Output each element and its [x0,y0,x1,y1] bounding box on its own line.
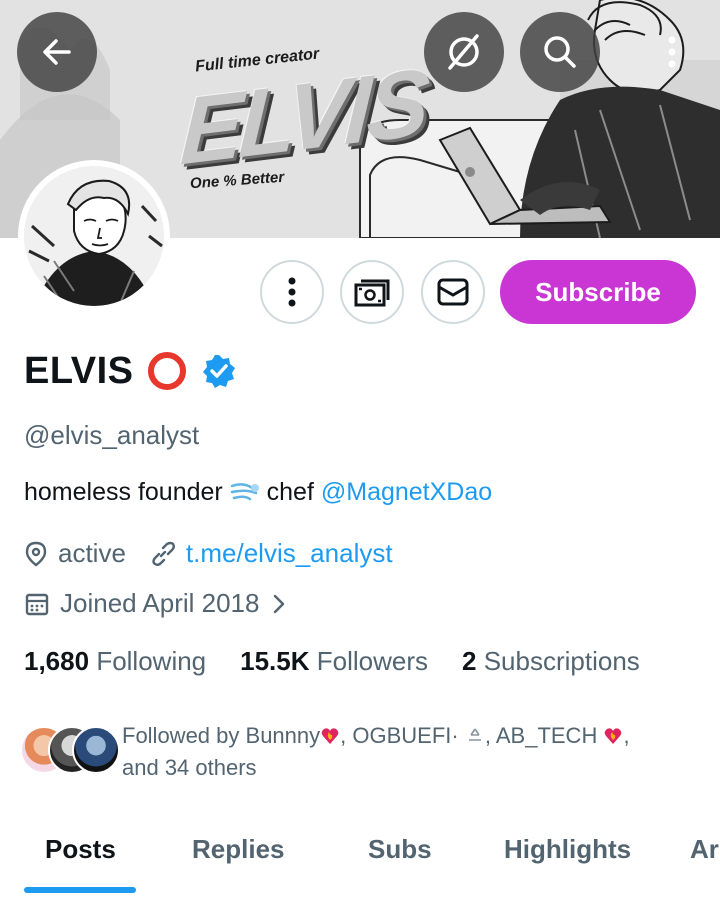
following-label: Following [96,646,207,676]
recycle-icon [468,728,481,741]
subscriptions-label: Subscriptions [483,646,640,676]
subscriptions-stat[interactable]: 2 Subscriptions [462,646,640,677]
tab-articles[interactable]: Ar [690,834,719,865]
tab-posts[interactable]: Posts [45,834,116,865]
tab-subs[interactable]: Subs [368,834,432,865]
tab-replies[interactable]: Replies [192,834,285,865]
subscriptions-count: 2 [462,646,477,676]
search-button[interactable] [520,12,600,92]
profile-location: active [58,538,126,568]
mail-icon [437,278,469,306]
profile-tabs: Posts Replies Subs Highlights Ar [0,820,720,897]
bio-mention-link[interactable]: @MagnetXDao [321,478,492,506]
search-icon [544,36,576,68]
following-count: 1,680 [24,646,90,676]
active-tab-indicator [24,887,136,893]
follower-name-3: AB_TECH [495,723,598,748]
subscribe-button[interactable]: Subscribe [500,260,696,324]
profile-website-link[interactable]: t.me/elvis_analyst [186,538,393,569]
profile-bio: homeless founder chef @MagnetXDao [24,478,492,507]
money-icon [354,279,390,307]
verified-badge-icon[interactable] [202,354,236,388]
profile-avatar[interactable] [18,160,170,312]
grok-button[interactable] [424,12,504,92]
display-name: ELVIS [24,349,134,392]
avatar-image [24,166,164,306]
followers-label: Followers [316,646,429,676]
heart-on-fire-icon [605,728,622,744]
profile-meta-location-website: active t.me/elvis_analyst [24,538,393,569]
avatar-sketch [24,166,164,306]
link-icon [152,541,175,566]
wind-face-icon [230,483,259,501]
calendar-icon [25,593,49,615]
profile-joined-date: Joined April 2018 [60,588,260,618]
followed-by-text: Followed by Bunnny, OGBUEFI· , AB_TECH ,… [122,723,630,780]
avatar [72,726,120,774]
followed-by-avatars [20,720,120,774]
profile-stats: 1,680 Following 15.5K Followers 2 Subscr… [24,646,674,677]
more-options-button[interactable] [640,12,704,92]
bio-text-2: chef [266,478,314,506]
grok-slash-icon [448,34,479,70]
tab-highlights[interactable]: Highlights [504,834,631,865]
arrow-left-icon [43,39,71,65]
bio-text: homeless founder [24,478,223,506]
more-vertical-icon [288,277,296,307]
more-vertical-icon [668,36,676,68]
tip-button[interactable] [340,260,404,324]
followed-by-suffix: and 34 others [122,755,257,780]
profile-handle: @elvis_analyst [24,420,200,450]
followed-by-prefix: Followed by [122,723,246,748]
back-button[interactable] [17,12,97,92]
message-button[interactable] [421,260,485,324]
heart-on-fire-icon [321,728,339,744]
profile-meta-joined[interactable]: Joined April 2018 [24,588,289,619]
follower-name-2: OGBUEFI· [352,723,459,748]
following-stat[interactable]: 1,680 Following [24,646,206,677]
followers-stat[interactable]: 15.5K Followers [240,646,428,677]
followed-by-row[interactable]: Followed by Bunnny, OGBUEFI· , AB_TECH ,… [20,720,682,784]
followers-count: 15.5K [240,646,310,676]
follower-name-1: Bunnny [245,723,321,748]
red-circle-icon [147,352,186,390]
location-pin-icon [25,541,47,567]
chevron-right-icon [274,594,285,613]
profile-more-button[interactable] [260,260,324,324]
profile-name-row: ELVIS [24,346,236,396]
